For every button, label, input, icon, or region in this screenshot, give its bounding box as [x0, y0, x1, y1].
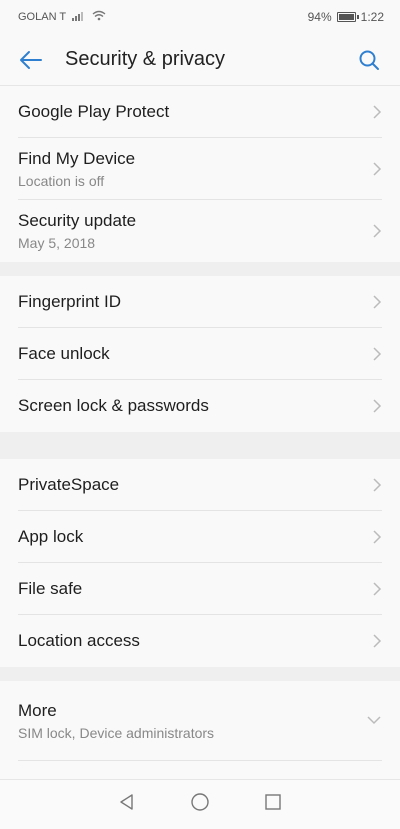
- app-bar: Security & privacy: [0, 34, 400, 86]
- item-title: Security update: [18, 211, 137, 230]
- section-privacy: PrivateSpace App lock File safe Location…: [0, 459, 400, 667]
- chevron-right-icon: [372, 346, 382, 362]
- list-item-face-unlock[interactable]: Face unlock: [18, 328, 382, 380]
- item-title: Face unlock: [18, 343, 110, 363]
- list-item-location-access[interactable]: Location access: [18, 615, 382, 667]
- list-item-google-play-protect[interactable]: Google Play Protect: [18, 86, 382, 138]
- chevron-right-icon: [372, 223, 382, 239]
- section-unlock: Fingerprint ID Face unlock Screen lock &…: [0, 276, 400, 432]
- item-title: PrivateSpace: [18, 474, 120, 494]
- list-item-security-update[interactable]: Security update May 5, 2018: [18, 200, 382, 262]
- item-title: Google Play Protect: [18, 101, 170, 121]
- item-title: App lock: [18, 526, 84, 546]
- section-more: More SIM lock, Device administrators: [0, 681, 400, 761]
- chevron-right-icon: [372, 633, 382, 649]
- list-item-file-safe[interactable]: File safe: [18, 563, 382, 615]
- section-divider: [0, 667, 400, 681]
- battery-percent: 94%: [307, 10, 332, 24]
- list-item-fingerprint-id[interactable]: Fingerprint ID: [18, 276, 382, 328]
- settings-list: Google Play Protect Find My Device Locat…: [0, 86, 400, 761]
- chevron-down-icon: [366, 712, 382, 730]
- list-item-screen-lock[interactable]: Screen lock & passwords: [18, 380, 382, 432]
- section-device-security: Google Play Protect Find My Device Locat…: [0, 86, 400, 262]
- section-divider: [0, 432, 400, 459]
- back-arrow-icon[interactable]: [18, 47, 44, 73]
- list-item-privatespace[interactable]: PrivateSpace: [18, 459, 382, 511]
- status-left: GOLAN T: [18, 10, 106, 24]
- page-title: Security & privacy: [65, 48, 226, 70]
- item-title: Fingerprint ID: [18, 291, 121, 311]
- item-subtitle: SIM lock, Device administrators: [18, 724, 215, 741]
- carrier-label: GOLAN T: [18, 11, 67, 23]
- chevron-right-icon: [372, 398, 382, 414]
- back-triangle-icon[interactable]: [117, 792, 137, 817]
- clock: 1:22: [360, 10, 384, 24]
- status-right: 94% 1:22: [308, 10, 384, 24]
- section-divider: [0, 262, 400, 276]
- navigation-bar: [0, 779, 400, 829]
- list-item-find-my-device[interactable]: Find My Device Location is off: [18, 138, 382, 200]
- chevron-right-icon: [372, 581, 382, 597]
- item-title: Screen lock & passwords: [18, 396, 209, 415]
- list-item-app-lock[interactable]: App lock: [18, 511, 382, 563]
- recents-square-icon[interactable]: [263, 792, 283, 817]
- chevron-right-icon: [372, 104, 382, 120]
- search-icon[interactable]: [356, 47, 382, 73]
- chevron-right-icon: [372, 294, 382, 310]
- status-bar: GOLAN T 94% 1:22: [0, 0, 400, 34]
- item-title: File safe: [18, 578, 83, 598]
- home-circle-icon[interactable]: [190, 792, 210, 817]
- battery-icon: [336, 12, 359, 22]
- chevron-right-icon: [372, 529, 382, 545]
- signal-icon: [72, 11, 86, 24]
- item-subtitle: Location is off: [18, 172, 105, 189]
- chevron-right-icon: [372, 161, 382, 177]
- list-item-more[interactable]: More SIM lock, Device administrators: [18, 681, 382, 761]
- item-title: Find My Device: [18, 148, 136, 168]
- item-subtitle: May 5, 2018: [18, 235, 96, 251]
- wifi-icon: [92, 10, 106, 24]
- item-title: More: [18, 700, 57, 720]
- chevron-right-icon: [372, 477, 382, 493]
- item-title: Location access: [18, 631, 140, 650]
